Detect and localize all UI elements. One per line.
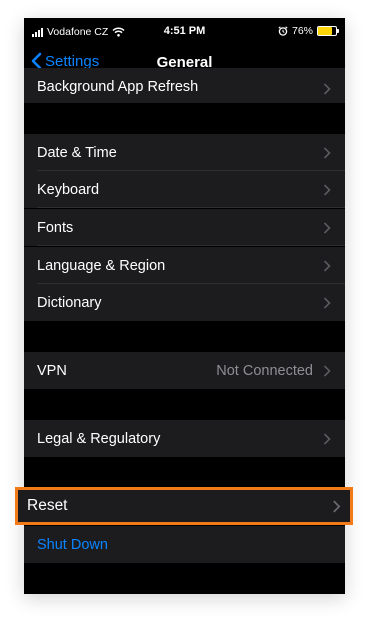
chevron-right-icon: [323, 259, 331, 272]
row-vpn[interactable]: VPN Not Connected: [24, 352, 345, 389]
chevron-right-icon: [323, 432, 331, 445]
chevron-right-icon: [323, 146, 331, 159]
row-shut-down[interactable]: Shut Down: [24, 526, 345, 563]
row-label: Reset: [27, 497, 68, 514]
row-date-time[interactable]: Date & Time: [24, 134, 345, 171]
vpn-status: Not Connected: [216, 362, 313, 379]
battery-icon: [317, 26, 339, 36]
chevron-right-icon: [323, 296, 331, 309]
row-legal-regulatory[interactable]: Legal & Regulatory: [24, 420, 345, 457]
row-fonts[interactable]: Fonts: [24, 209, 345, 246]
chevron-right-icon: [323, 364, 331, 377]
shut-down-link: Shut Down: [37, 536, 108, 553]
status-right: 76%: [278, 25, 339, 37]
chevron-right-icon: [333, 499, 341, 513]
row-label: VPN: [37, 362, 67, 379]
row-label: Legal & Regulatory: [37, 430, 161, 447]
row-label: Date & Time: [37, 144, 117, 161]
row-background-app-refresh[interactable]: Background App Refresh: [24, 68, 345, 103]
row-dictionary[interactable]: Dictionary: [24, 284, 345, 321]
row-label: Background App Refresh: [37, 79, 199, 95]
chevron-right-icon: [323, 221, 331, 234]
status-bar: Vodafone CZ 4:51 PM 76%: [24, 18, 345, 46]
row-language-region[interactable]: Language & Region: [24, 247, 345, 284]
row-label: Fonts: [37, 219, 74, 236]
chevron-right-icon: [323, 183, 331, 196]
row-label: Keyboard: [37, 181, 100, 198]
row-label: Language & Region: [37, 257, 166, 274]
battery-percent: 76%: [291, 25, 313, 37]
alarm-icon: [278, 26, 288, 36]
row-label: Dictionary: [37, 294, 102, 311]
row-reset-highlighted[interactable]: Reset: [15, 487, 353, 525]
chevron-right-icon: [323, 83, 331, 95]
row-keyboard[interactable]: Keyboard: [24, 171, 345, 208]
